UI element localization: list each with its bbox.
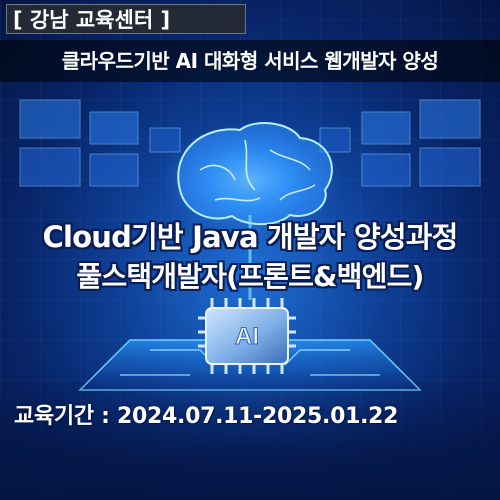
bottom-shade	[0, 370, 500, 500]
location-tag: [ 강남 교육센터 ]	[6, 4, 246, 34]
training-period: 교육기간 : 2024.07.11-2025.01.22	[14, 404, 399, 429]
banner: [ 강남 교육센터 ] 클라우드기반 AI 대화형 서비스 웹개발자 양성 AI…	[0, 0, 500, 500]
chip-label: AI	[235, 323, 259, 350]
right-panels	[319, 99, 481, 187]
left-panels	[19, 99, 181, 187]
course-subtitle: 클라우드기반 AI 대화형 서비스 웹개발자 양성	[0, 40, 500, 82]
course-title: Cloud기반 Java 개발자 양성과정	[42, 220, 459, 254]
ai-chip-icon: AI	[198, 298, 296, 374]
course-track: 풀스택개발자(프론트&백엔드)	[76, 260, 424, 293]
